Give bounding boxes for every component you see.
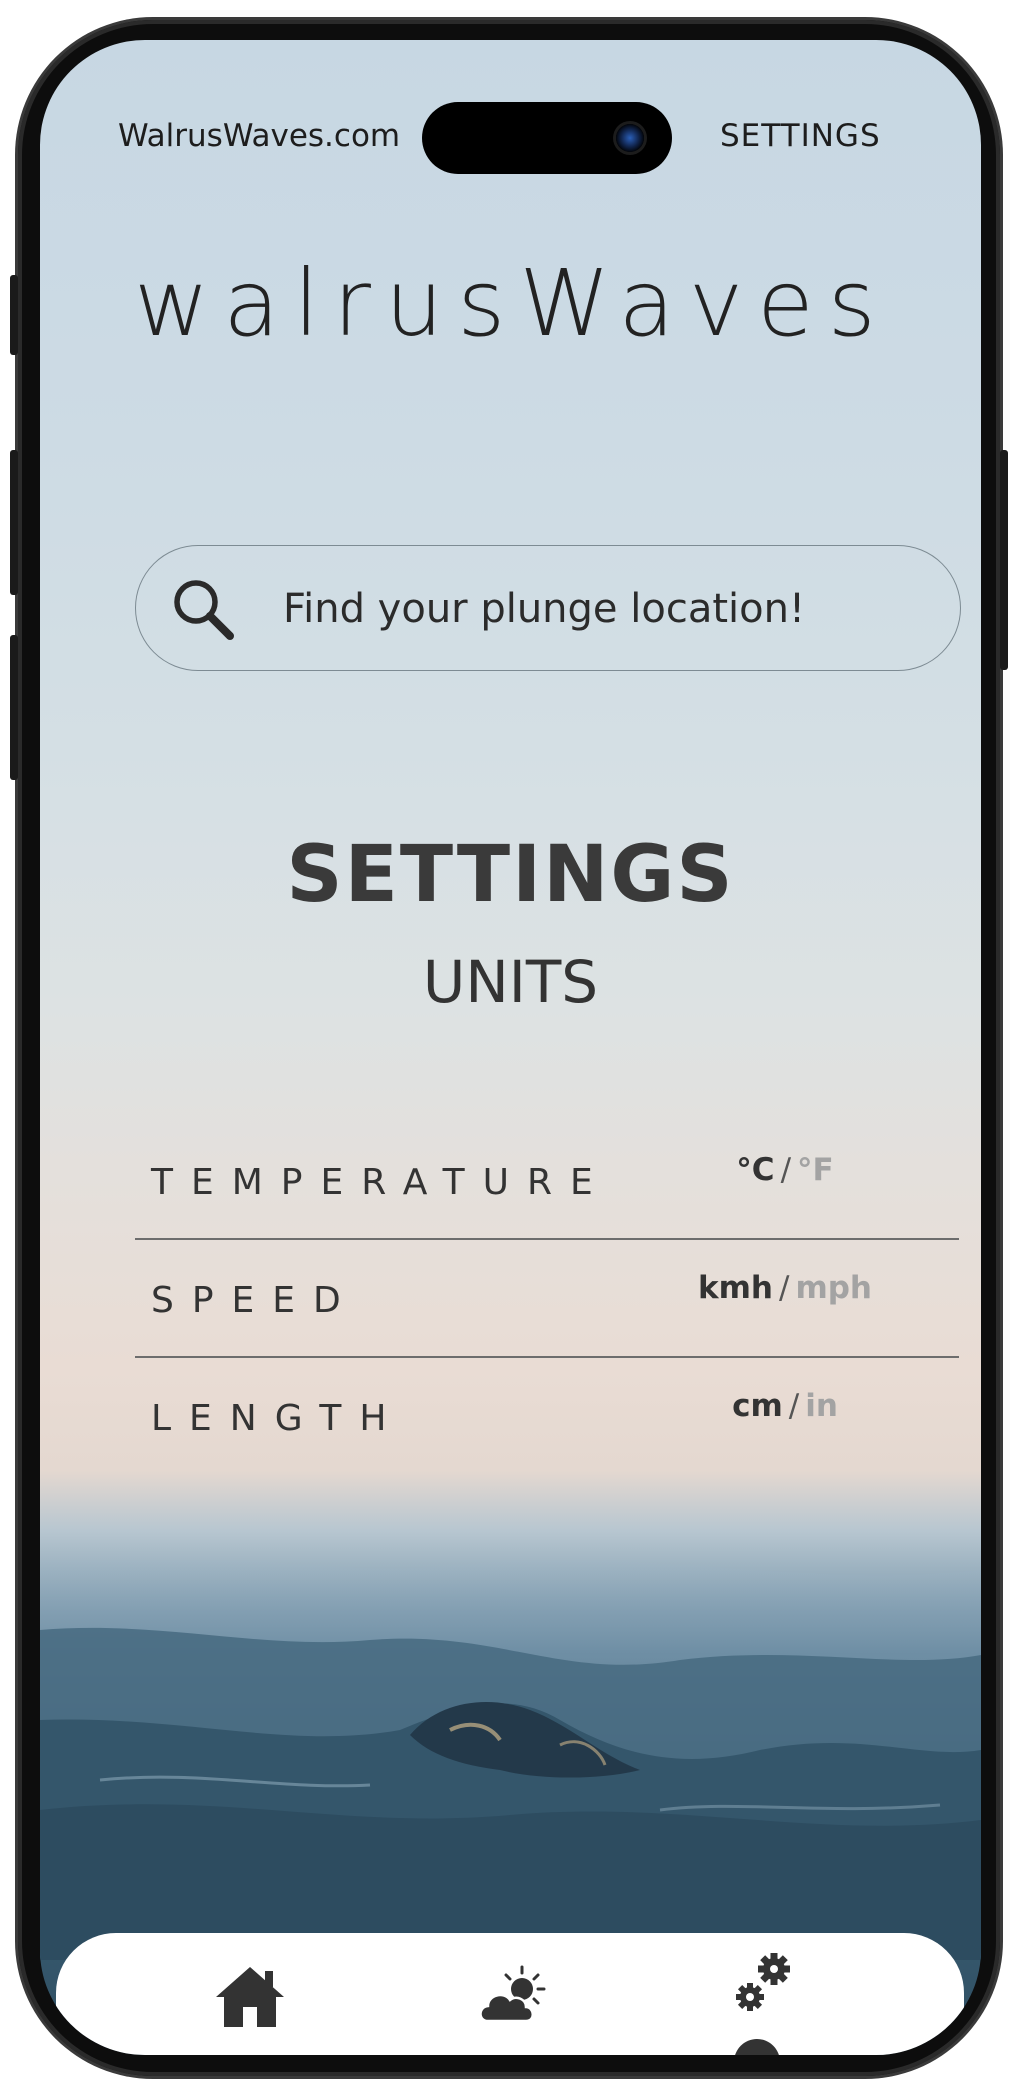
volume-up-button: [10, 450, 18, 595]
status-page-label: SETTINGS: [720, 118, 881, 154]
bottom-nav-bar: [56, 1933, 964, 2055]
section-title-units: UNITS: [422, 948, 599, 1016]
page-title: SETTINGS: [286, 830, 735, 920]
weather-icon[interactable]: [474, 1955, 554, 2035]
brand-logo[interactable]: walrusWaves: [134, 250, 890, 357]
volume-down-button: [10, 635, 18, 780]
search-icon[interactable]: [170, 576, 236, 642]
units-row-label: LENGTH: [151, 1398, 405, 1439]
unit-option-fahrenheit[interactable]: °F: [797, 1152, 834, 1188]
power-button: [1000, 450, 1008, 670]
dynamic-island: [422, 102, 672, 174]
camera-icon: [616, 124, 644, 152]
unit-option-celsius[interactable]: °C: [736, 1152, 774, 1188]
settings-icon[interactable]: [724, 1945, 804, 2025]
status-site-label: WalrusWaves.com: [118, 118, 401, 154]
unit-option-in[interactable]: in: [805, 1388, 838, 1424]
unit-separator: /: [778, 1270, 790, 1306]
active-tab-indicator: [734, 2039, 780, 2055]
unit-option-cm[interactable]: cm: [732, 1388, 783, 1424]
unit-option-mph[interactable]: mph: [795, 1270, 872, 1306]
unit-toggle-temperature: °C / °F: [635, 1152, 935, 1188]
units-row-label: SPEED: [151, 1280, 359, 1321]
search-input[interactable]: [281, 566, 925, 652]
ocean-wave-image: [40, 1548, 981, 1960]
units-row-label: TEMPERATURE: [151, 1162, 611, 1203]
unit-toggle-speed: kmh / mph: [635, 1270, 935, 1306]
unit-option-kmh[interactable]: kmh: [698, 1270, 773, 1306]
units-row-length: LENGTH cm / in: [135, 1358, 959, 1476]
unit-toggle-length: cm / in: [635, 1388, 935, 1424]
side-button: [10, 275, 18, 355]
unit-separator: /: [780, 1152, 792, 1188]
search-bar[interactable]: [135, 545, 961, 671]
home-icon[interactable]: [210, 1955, 290, 2035]
units-row-speed: SPEED kmh / mph: [135, 1240, 959, 1358]
units-row-temperature: TEMPERATURE °C / °F: [135, 1122, 959, 1240]
screen: WalrusWaves.com SETTINGS walrusWaves SET…: [40, 40, 981, 2055]
unit-separator: /: [788, 1388, 800, 1424]
